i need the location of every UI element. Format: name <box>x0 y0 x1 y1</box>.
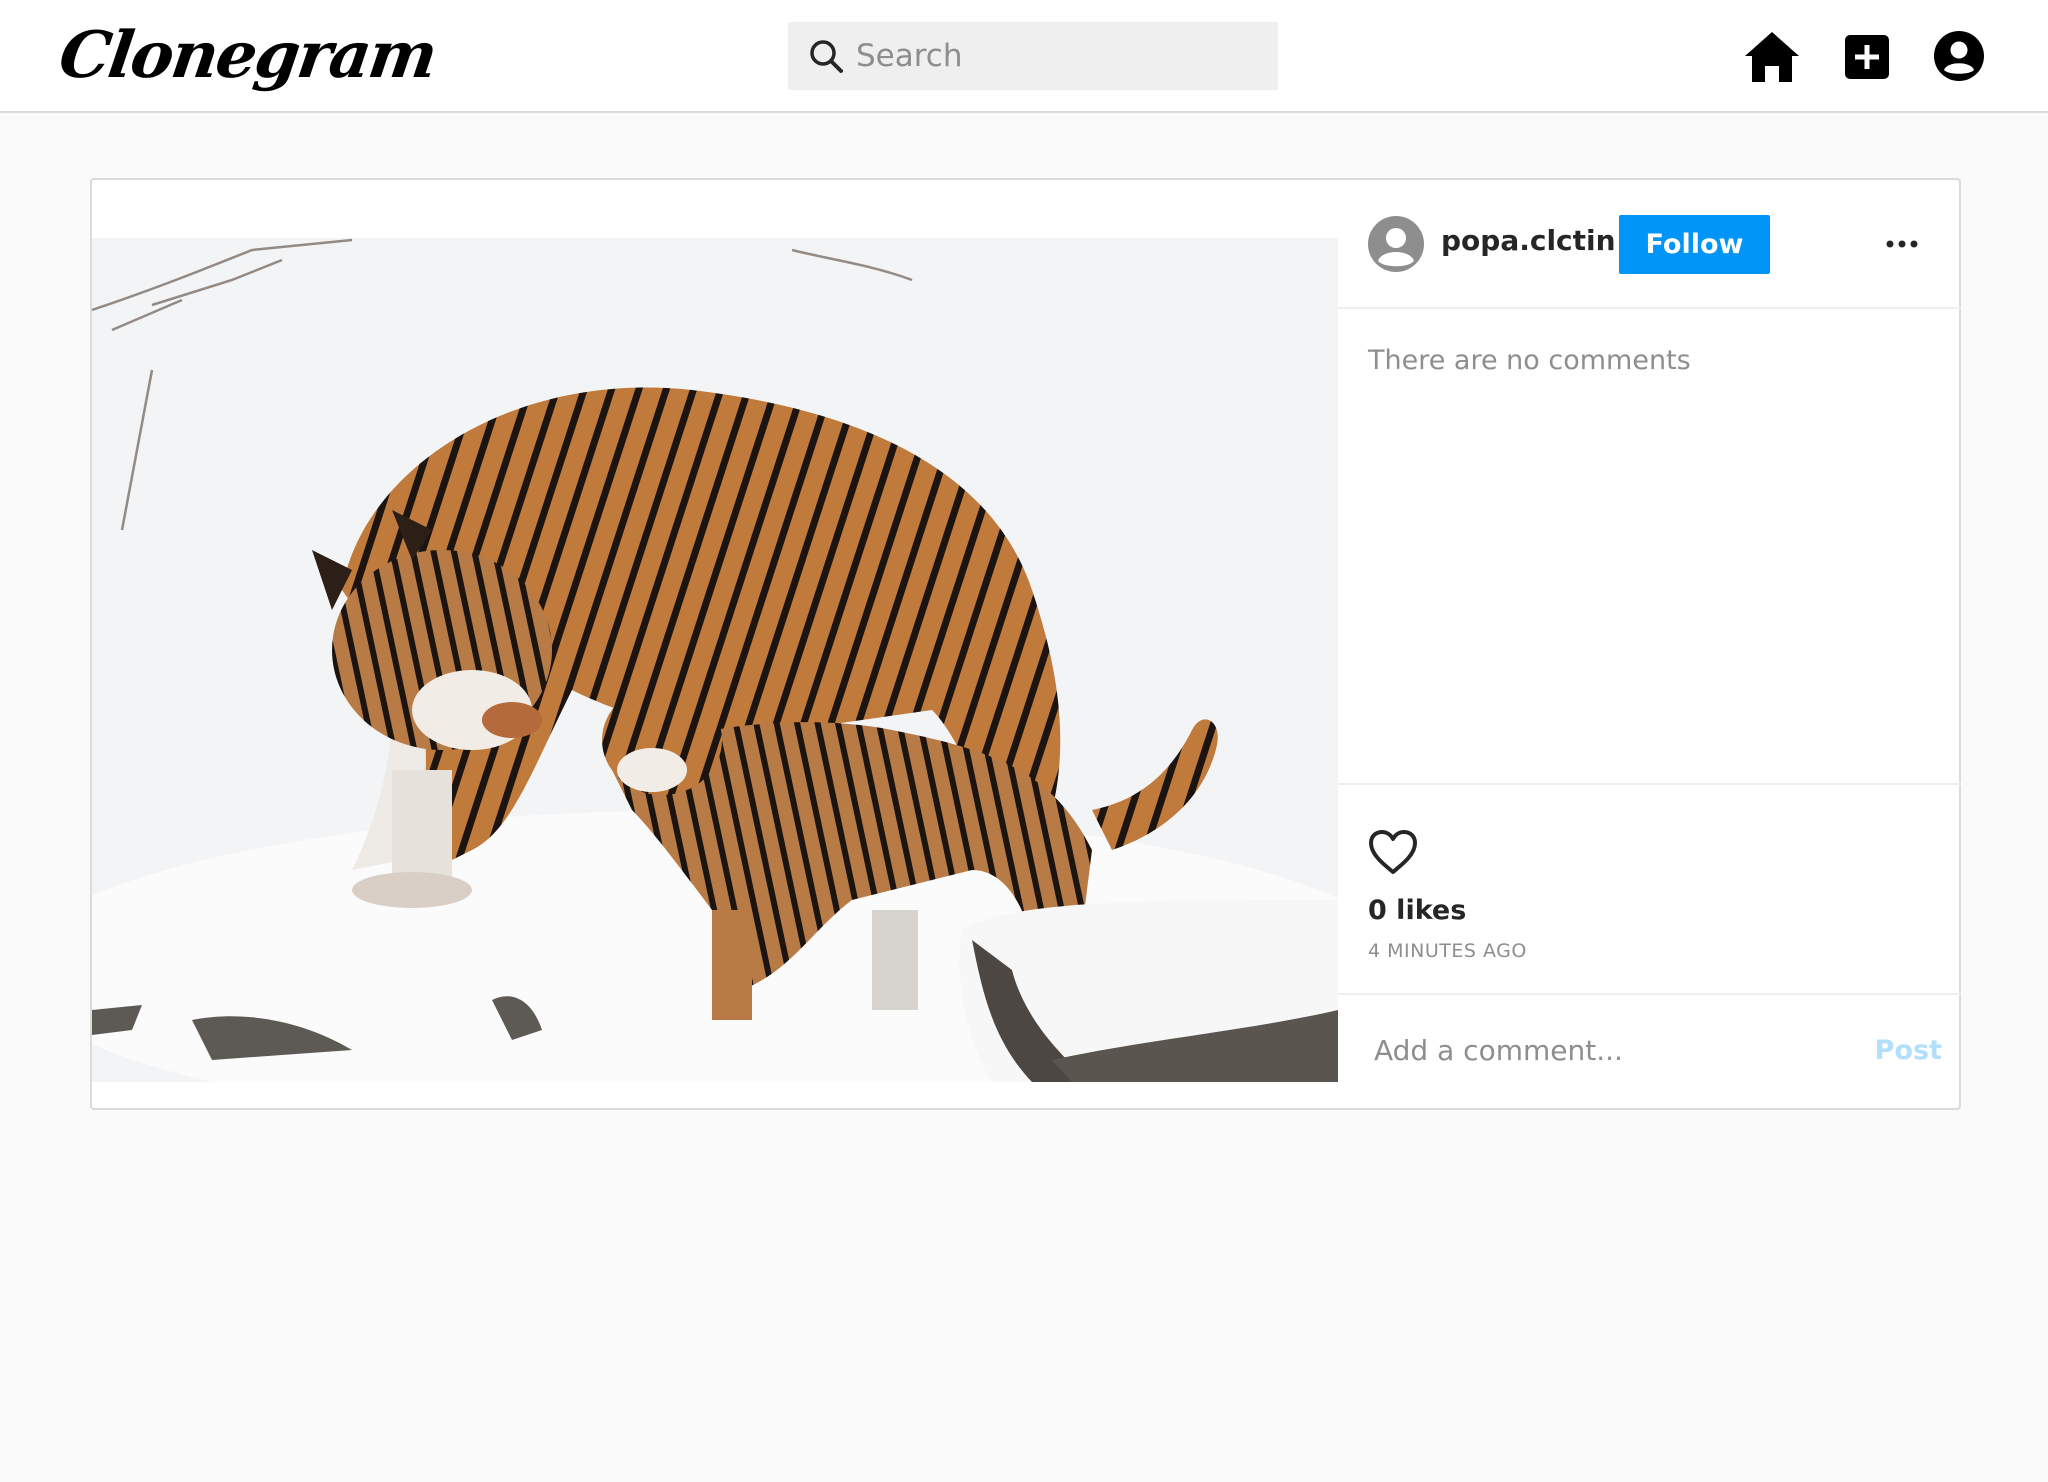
home-icon[interactable] <box>1743 28 1801 86</box>
more-options-icon[interactable] <box>1882 232 1922 256</box>
post-header: popa.clctin Follow <box>1338 180 1961 309</box>
tiger-photo <box>92 210 1338 1082</box>
author-username[interactable]: popa.clctin <box>1441 224 1616 257</box>
post-comment-button[interactable]: Post <box>1875 1025 1942 1075</box>
default-avatar-icon[interactable] <box>1368 216 1424 272</box>
post-timestamp: 4 MINUTES AGO <box>1368 940 1527 962</box>
search-bar[interactable] <box>788 22 1278 90</box>
post-card: popa.clctin Follow There are no comments… <box>90 178 1961 1110</box>
profile-icon[interactable] <box>1934 31 1984 81</box>
search-input[interactable] <box>854 37 1254 75</box>
post-details-panel: popa.clctin Follow There are no comments… <box>1338 180 1961 1108</box>
top-navigation-bar: Clonegram <box>0 0 2048 113</box>
add-comment-section: Post <box>1338 995 1961 1108</box>
no-comments-text: There are no comments <box>1368 345 1691 376</box>
heart-icon[interactable] <box>1368 829 1418 875</box>
comments-section: There are no comments <box>1338 309 1961 785</box>
post-image[interactable] <box>92 210 1338 1082</box>
comment-input[interactable] <box>1372 1025 1812 1075</box>
follow-button[interactable]: Follow <box>1619 215 1770 274</box>
post-actions: 0 likes 4 MINUTES AGO <box>1338 785 1961 995</box>
search-icon <box>810 40 843 73</box>
add-post-icon[interactable] <box>1845 35 1889 79</box>
app-logo[interactable]: Clonegram <box>53 6 442 106</box>
likes-count[interactable]: 0 likes <box>1368 895 1466 926</box>
